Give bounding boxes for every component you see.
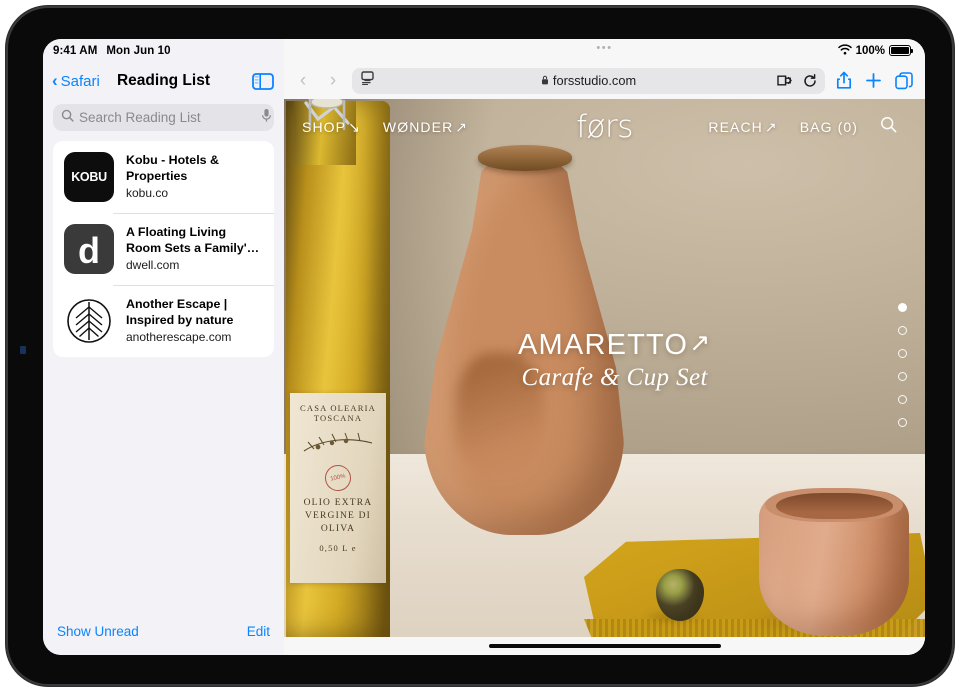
list-item[interactable]: KOBU Kobu - Hotels & Properties kobu.co xyxy=(53,141,274,213)
ipad-device-frame: 9:41 AM Mon Jun 10 ‹ Safari Reading List xyxy=(6,6,954,686)
label-volume: 0,50 L e xyxy=(319,543,357,553)
reading-list: KOBU Kobu - Hotels & Properties kobu.co … xyxy=(53,141,274,357)
chevron-left-icon: ‹ xyxy=(52,70,58,90)
bezel-artifact xyxy=(20,346,26,354)
reload-icon[interactable] xyxy=(803,73,817,88)
search-icon xyxy=(61,109,74,127)
sidebar-header: ‹ Safari Reading List xyxy=(43,62,284,100)
status-indicators: 100% xyxy=(837,43,913,58)
another-escape-leaf-favicon xyxy=(64,296,114,346)
browser-toolbar: ‹ › forsstudio.com xyxy=(284,62,925,99)
list-item-text: Kobu - Hotels & Properties kobu.co xyxy=(126,152,264,202)
nav-label: WØNDER xyxy=(382,119,454,135)
url-text: forsstudio.com xyxy=(552,73,637,88)
dwell-favicon: d xyxy=(64,224,114,274)
carafe-body xyxy=(424,155,624,535)
status-time: 9:41 AM xyxy=(53,44,98,57)
back-label: Safari xyxy=(60,72,100,90)
home-indicator-area xyxy=(284,637,925,655)
nav-link-shop[interactable]: SHOP ↘ xyxy=(302,119,361,136)
back-to-safari-button[interactable]: ‹ Safari xyxy=(52,70,100,90)
edit-button[interactable]: Edit xyxy=(247,624,270,639)
label-brand: CASA OLEARIA TOSCANA xyxy=(299,403,377,423)
sidebar-toggle-icon[interactable] xyxy=(252,72,274,90)
status-date: Mon Jun 10 xyxy=(106,44,171,57)
favicon-text: KOBU xyxy=(71,170,107,184)
nav-right-group: REACH ↗ BAG (0) xyxy=(708,116,897,138)
carafe-highlight xyxy=(456,352,544,482)
address-bar-actions xyxy=(777,73,817,88)
carousel-dot[interactable] xyxy=(898,372,907,381)
kobu-favicon: KOBU xyxy=(64,152,114,202)
carousel-page-dots xyxy=(898,303,907,427)
list-item-url: kobu.co xyxy=(126,186,169,200)
list-item-title: A Floating Living Room Sets a Family's L… xyxy=(126,225,254,255)
reader-view-icon[interactable] xyxy=(777,74,793,87)
search-container xyxy=(43,100,284,139)
browser-pane: ••• 100% ‹ › forsstudio.com CASA OLEARIA… xyxy=(284,39,925,655)
list-item[interactable]: d A Floating Living Room Sets a Family's… xyxy=(53,213,274,285)
list-item-title: Kobu - Hotels & Properties xyxy=(126,153,219,183)
reading-list-sidebar: 9:41 AM Mon Jun 10 ‹ Safari Reading List xyxy=(43,39,284,655)
status-bar-right: ••• 100% xyxy=(284,39,925,62)
nav-left-group: SHOP ↘ WØNDER ↗ xyxy=(302,119,468,136)
label-description: OLIO EXTRA VERGINE DI OLIVA xyxy=(303,498,373,534)
address-bar[interactable]: forsstudio.com xyxy=(352,67,825,94)
favicon-text: d xyxy=(78,229,100,271)
list-item-url: anotherescape.com xyxy=(126,330,232,344)
microphone-icon[interactable] xyxy=(261,108,272,128)
nav-link-wonder[interactable]: WØNDER ↗ xyxy=(383,119,468,136)
tab-overview-icon[interactable] xyxy=(895,71,913,90)
label-quality-stamp: 100% xyxy=(322,462,354,494)
photo-cup xyxy=(759,488,909,636)
nav-link-reach[interactable]: REACH ↗ xyxy=(708,119,777,136)
status-bar-left: 9:41 AM Mon Jun 10 xyxy=(43,39,284,62)
show-unread-button[interactable]: Show Unread xyxy=(57,624,139,639)
list-item[interactable]: Another Escape | Inspired by nature anot… xyxy=(53,285,274,357)
multitasking-control[interactable]: ••• xyxy=(284,43,925,54)
nav-label: SHOP xyxy=(302,119,347,135)
web-page-content[interactable]: CASA OLEARIA TOSCANA 100% OLIO EXTRA VER… xyxy=(284,99,925,637)
battery-icon xyxy=(889,45,913,56)
search-icon[interactable] xyxy=(880,116,897,138)
home-indicator[interactable] xyxy=(488,644,721,648)
list-item-title: Another Escape | Inspired by nature xyxy=(126,297,234,327)
list-item-text: A Floating Living Room Sets a Family's L… xyxy=(126,224,264,274)
wifi-icon xyxy=(837,43,852,58)
plus-icon[interactable] xyxy=(865,72,882,89)
forward-button[interactable]: › xyxy=(322,71,344,90)
label-olive-sprig-icon xyxy=(296,429,380,461)
sidebar-footer: Show Unread Edit xyxy=(43,611,284,655)
carousel-dot[interactable] xyxy=(898,349,907,358)
share-icon[interactable] xyxy=(836,71,852,90)
nav-label: REACH xyxy=(708,119,763,135)
carousel-dot[interactable] xyxy=(898,418,907,427)
hero-product-photo: CASA OLEARIA TOSCANA 100% OLIO EXTRA VER… xyxy=(284,99,925,637)
bottle-label: CASA OLEARIA TOSCANA 100% OLIO EXTRA VER… xyxy=(290,393,386,583)
photo-olive-oil-bottle: CASA OLEARIA TOSCANA 100% OLIO EXTRA VER… xyxy=(286,99,390,637)
arrow-up-right-icon: ↗ xyxy=(764,118,778,135)
url-display: forsstudio.com xyxy=(352,73,825,88)
list-item-url: dwell.com xyxy=(126,258,180,272)
nav-link-bag[interactable]: BAG (0) xyxy=(800,119,858,135)
site-navigation: SHOP ↘ WØNDER ↗ førs REACH ↗ BAG (0) xyxy=(284,99,925,155)
arrow-up-right-icon: ↗ xyxy=(455,118,469,135)
carousel-dot[interactable] xyxy=(898,303,907,312)
list-item-text: Another Escape | Inspired by nature anot… xyxy=(126,296,264,346)
toolbar-actions xyxy=(833,71,913,90)
photo-carafe xyxy=(424,145,624,535)
ipad-screen: 9:41 AM Mon Jun 10 ‹ Safari Reading List xyxy=(43,39,925,655)
search-input[interactable] xyxy=(79,110,256,125)
carousel-dot[interactable] xyxy=(898,395,907,404)
battery-percent: 100% xyxy=(855,44,885,57)
lock-icon xyxy=(541,73,549,88)
carousel-dot[interactable] xyxy=(898,326,907,335)
cup-interior xyxy=(775,493,893,519)
search-field[interactable] xyxy=(53,104,274,131)
back-button[interactable]: ‹ xyxy=(292,71,314,90)
page-format-icon[interactable] xyxy=(360,71,375,90)
arrow-down-right-icon: ↘ xyxy=(348,118,361,135)
nav-label: BAG (0) xyxy=(799,119,858,135)
